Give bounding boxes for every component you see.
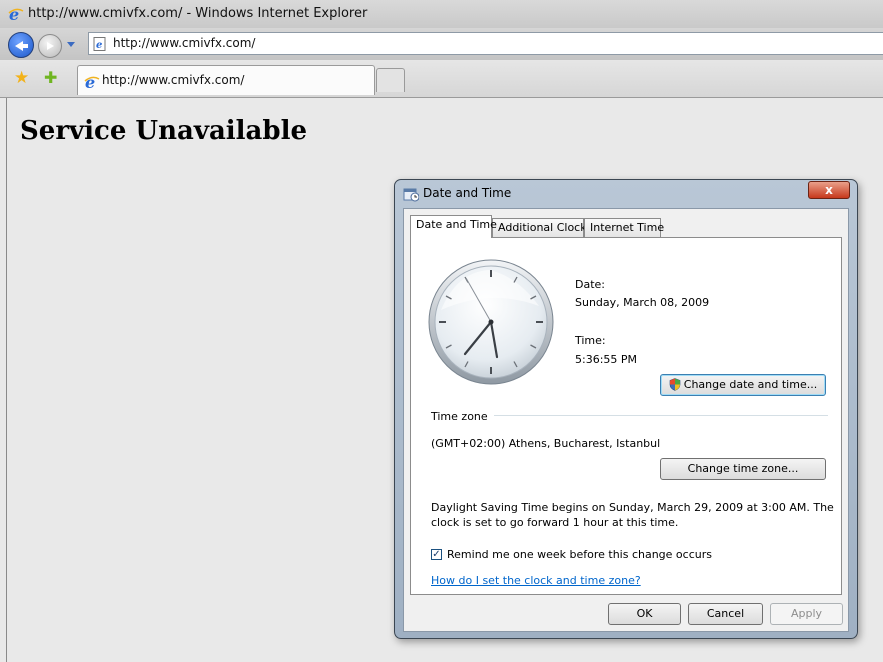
timezone-value: (GMT+02:00) Athens, Bucharest, Istanbul <box>431 437 661 450</box>
time-value: 5:36:55 PM <box>575 353 638 366</box>
timezone-divider <box>494 415 828 416</box>
address-bar[interactable]: e http://www.cmivfx.com/ <box>88 32 883 55</box>
date-label: Date: <box>575 278 605 291</box>
svg-text:e: e <box>85 74 95 90</box>
dst-info-line-2: clock is set to go forward 1 hour at thi… <box>431 516 679 529</box>
help-link[interactable]: How do I set the clock and time zone? <box>431 574 641 587</box>
time-label: Time: <box>575 334 606 347</box>
remind-checkbox[interactable]: ✓ <box>431 549 442 560</box>
dst-info-line-1: Daylight Saving Time begins on Sunday, M… <box>431 501 834 514</box>
recent-pages-dropdown-icon[interactable] <box>67 42 75 47</box>
dialog-title: Date and Time <box>423 186 512 200</box>
forward-button[interactable] <box>38 34 62 58</box>
window-title-bar: e http://www.cmivfx.com/ - Windows Inter… <box>0 0 883 28</box>
tab-date-and-time[interactable]: Date and Time <box>410 215 497 238</box>
ie-tab-icon: e <box>84 73 100 93</box>
browser-tab-label: http://www.cmivfx.com/ <box>102 73 245 87</box>
favorites-star-icon[interactable]: ★ <box>14 68 29 88</box>
svg-text:e: e <box>9 6 19 22</box>
change-date-time-label: Change date and time... <box>683 378 818 391</box>
date-time-dialog: Date and Time x Date and Time Additional… <box>394 179 858 639</box>
navigation-bar: e http://www.cmivfx.com/ <box>0 28 883 60</box>
timezone-section-label: Time zone <box>431 410 488 423</box>
page-icon: e <box>93 37 107 54</box>
address-url[interactable]: http://www.cmivfx.com/ <box>113 36 255 50</box>
page-heading: Service Unavailable <box>20 116 308 146</box>
browser-tab[interactable]: e http://www.cmivfx.com/ <box>77 65 375 95</box>
tab-internet-time[interactable]: Internet Time <box>584 218 664 237</box>
uac-shield-icon <box>669 377 681 391</box>
apply-button[interactable]: Apply <box>770 603 843 625</box>
change-date-time-button[interactable]: Change date and time... <box>660 374 826 396</box>
change-timezone-button[interactable]: Change time zone... <box>660 458 826 480</box>
new-tab-button[interactable] <box>376 68 405 92</box>
remind-checkbox-label[interactable]: Remind me one week before this change oc… <box>447 548 712 561</box>
back-button[interactable] <box>8 32 34 58</box>
svg-text:e: e <box>96 40 102 51</box>
tab-additional-clocks[interactable]: Additional Clocks <box>492 218 592 237</box>
tab-bar: ★ ✚ e http://www.cmivfx.com/ <box>0 60 883 98</box>
cancel-button[interactable]: Cancel <box>688 603 763 625</box>
date-time-tab-panel: Date: Sunday, March 08, 2009 Time: 5:36:… <box>410 237 842 595</box>
ie-logo-icon: e <box>8 5 24 25</box>
add-to-favorites-icon[interactable]: ✚ <box>44 68 57 87</box>
ok-button[interactable]: OK <box>608 603 681 625</box>
date-time-dialog-icon <box>403 186 420 202</box>
analog-clock <box>428 259 554 385</box>
dialog-close-button[interactable]: x <box>808 181 850 199</box>
date-value: Sunday, March 08, 2009 <box>575 296 710 309</box>
window-title: http://www.cmivfx.com/ - Windows Interne… <box>28 6 368 21</box>
dialog-client-area: Date and Time Additional Clocks Internet… <box>403 208 849 632</box>
